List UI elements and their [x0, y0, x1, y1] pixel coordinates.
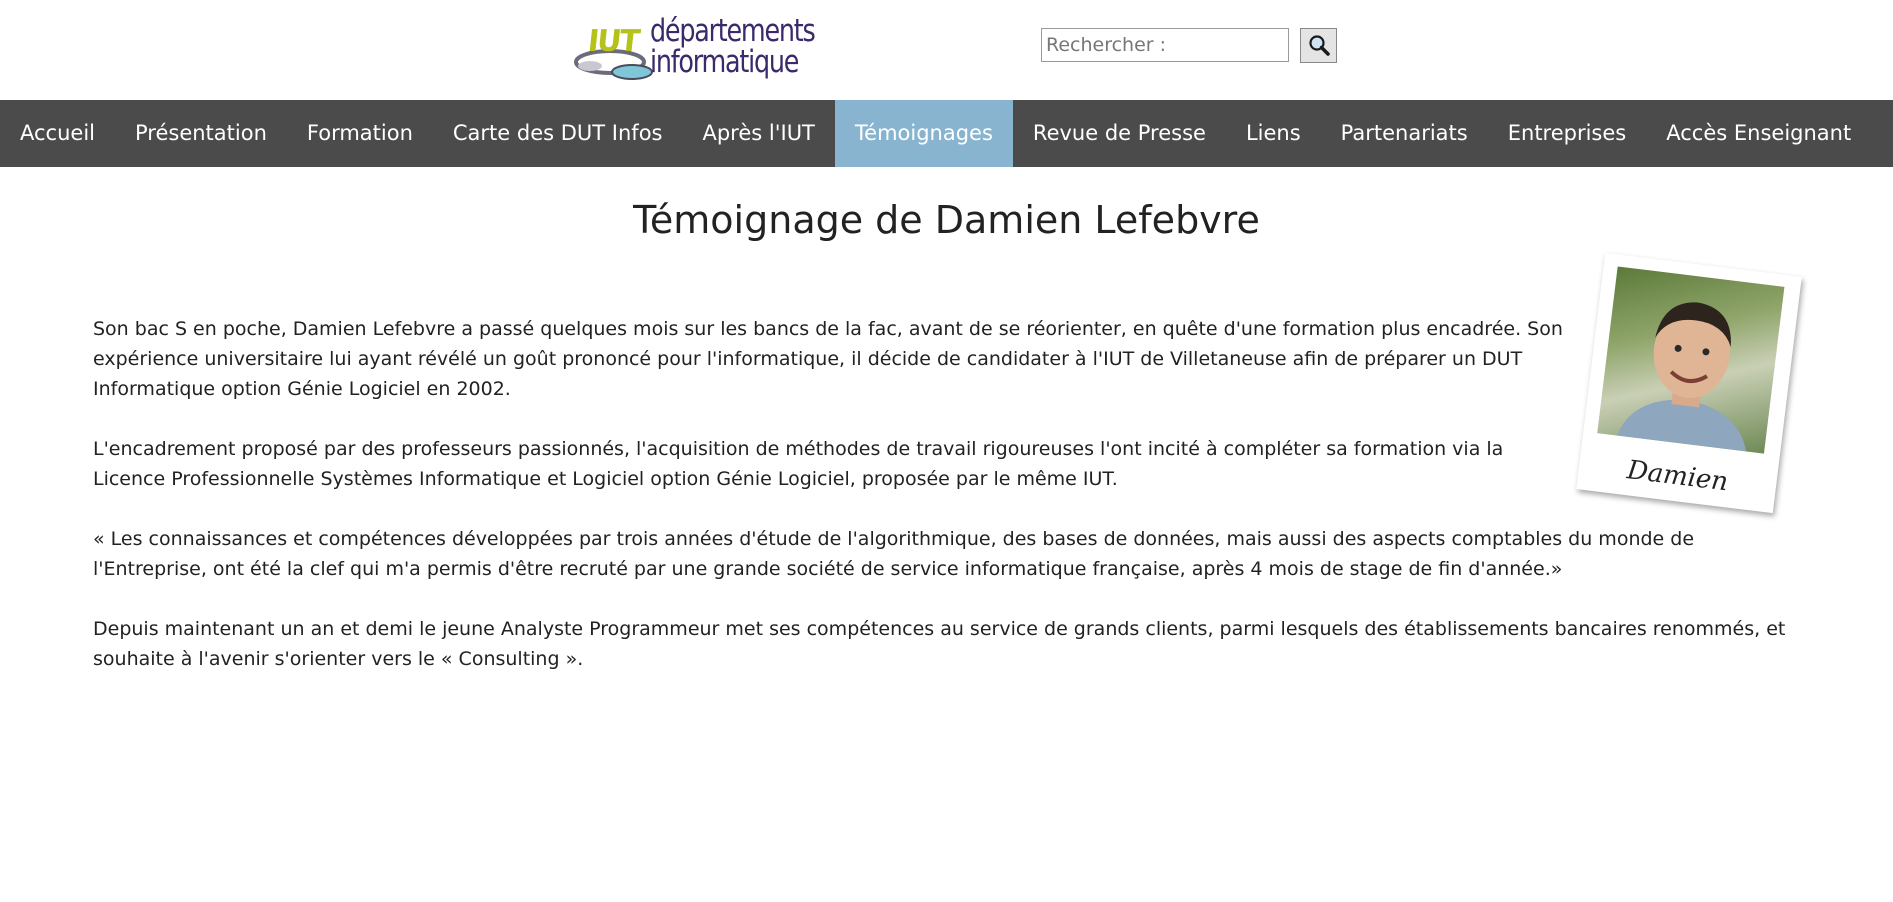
- main-nav: Accueil Présentation Formation Carte des…: [0, 100, 1893, 167]
- search-icon: [1308, 34, 1330, 56]
- nav-item-formation[interactable]: Formation: [287, 100, 433, 167]
- site-logo[interactable]: IUT départements informatique: [570, 14, 820, 86]
- nav-item-liens[interactable]: Liens: [1226, 100, 1321, 167]
- nav-item-entreprises[interactable]: Entreprises: [1488, 100, 1647, 167]
- paragraph: L'encadrement proposé par des professeur…: [93, 438, 1504, 490]
- page-title: Témoignage de Damien Lefebvre: [633, 198, 1260, 242]
- nav-item-accueil[interactable]: Accueil: [0, 100, 115, 167]
- paragraph: Son bac S en poche, Damien Lefebvre a pa…: [93, 318, 1563, 400]
- nav-item-acces-enseignant[interactable]: Accès Enseignant: [1646, 100, 1871, 167]
- logo-iut-text: IUT: [586, 24, 640, 59]
- site-header: IUT départements informatique: [0, 0, 1893, 100]
- nav-item-temoignages[interactable]: Témoignages: [834, 100, 1013, 167]
- nav-item-carte-dut[interactable]: Carte des DUT Infos: [433, 100, 683, 167]
- paragraph: « Les connaissances et compétences dével…: [93, 528, 1695, 580]
- search-input[interactable]: [1041, 28, 1289, 62]
- search-button[interactable]: [1300, 28, 1337, 63]
- nav-item-apres-iut[interactable]: Après l'IUT: [682, 100, 834, 167]
- logo-line-2: informatique: [650, 44, 799, 80]
- paragraph: Depuis maintenant un an et demi le jeune…: [93, 618, 1786, 670]
- nav-item-presentation[interactable]: Présentation: [115, 100, 287, 167]
- nav-item-partenariats[interactable]: Partenariats: [1321, 100, 1488, 167]
- nav-item-revue-presse[interactable]: Revue de Presse: [1013, 100, 1226, 167]
- testimonial-body: Son bac S en poche, Damien Lefebvre a pa…: [93, 314, 1809, 704]
- logo-wordmark: départements informatique: [650, 16, 816, 80]
